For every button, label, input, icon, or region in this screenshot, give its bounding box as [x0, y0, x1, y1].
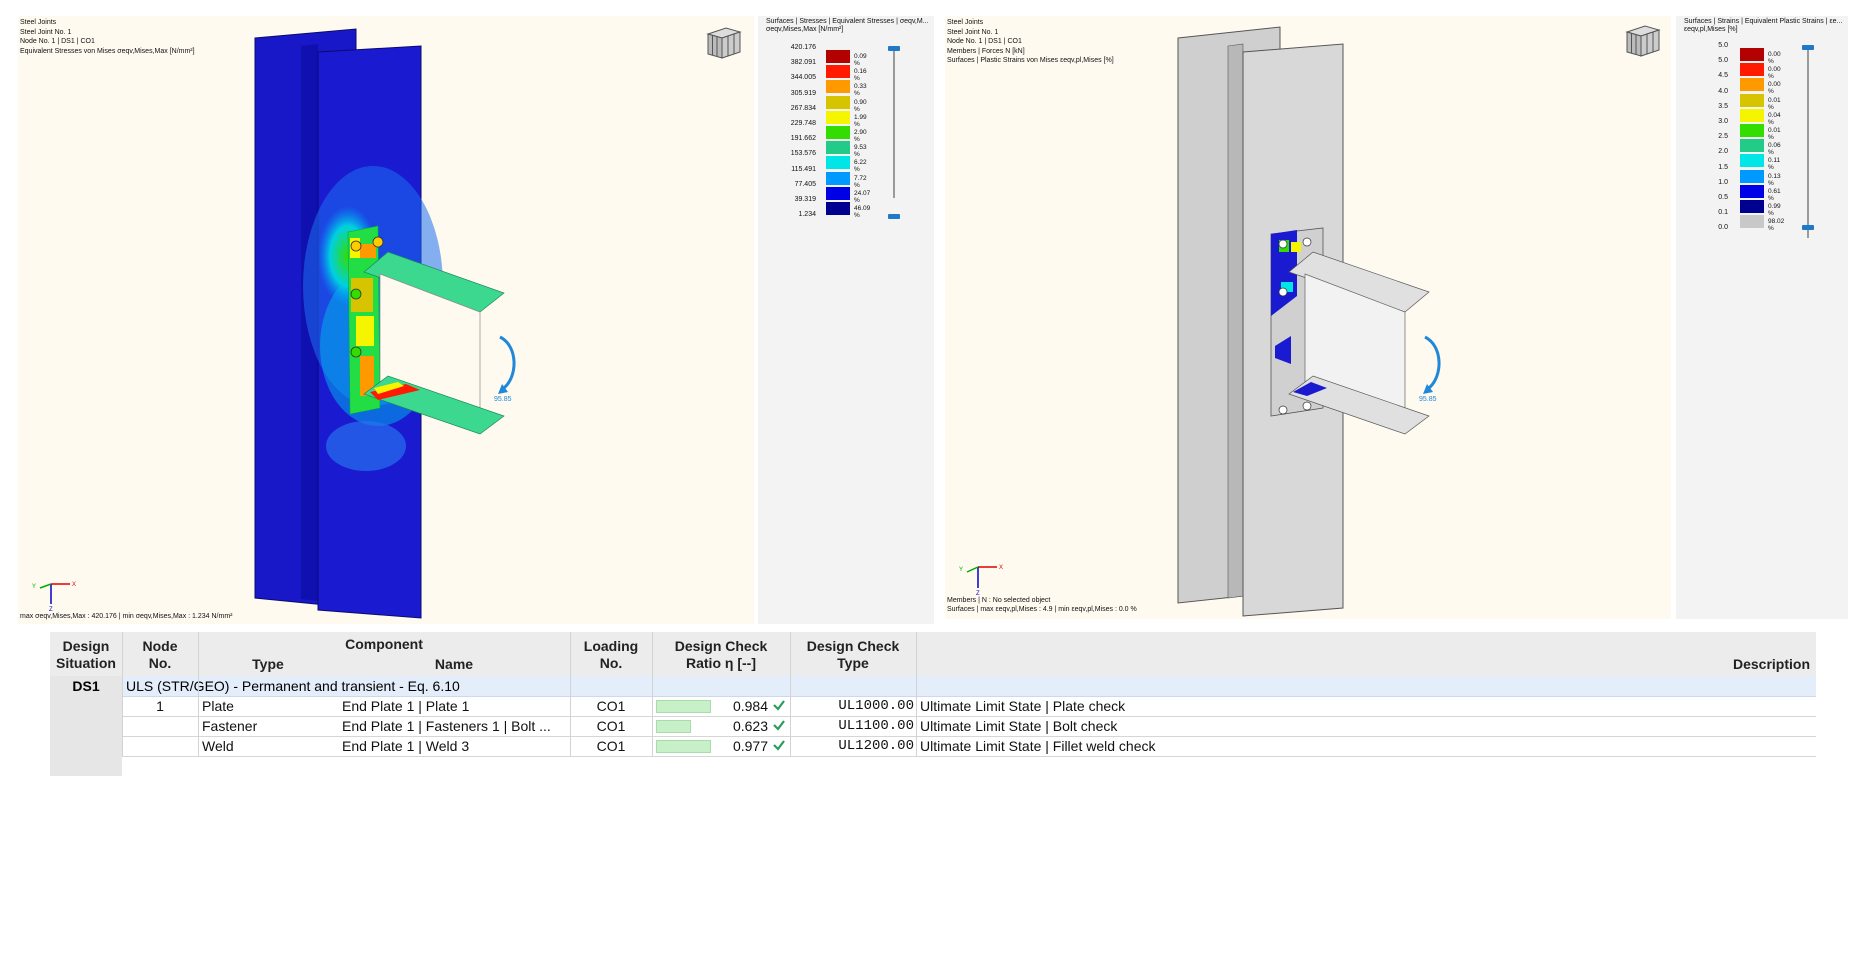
col-type[interactable]: Type: [198, 656, 338, 673]
axis-y-label: Y: [32, 584, 36, 590]
left-legend-panel: Surfaces | Stresses | Equivalent Stresse…: [758, 16, 934, 624]
legend-slider-min-handle[interactable]: [888, 214, 900, 219]
cell-check-type: UL1100.00: [838, 718, 914, 734]
legend-swatch: [1740, 124, 1764, 137]
right-viewport[interactable]: Steel Joints Steel Joint No. 1 Node No. …: [945, 16, 1671, 619]
view-cube-icon[interactable]: [1623, 22, 1663, 58]
axis-y-label: Y: [959, 567, 963, 573]
legend-swatch: [1740, 63, 1764, 77]
moment-label: 95.85: [494, 396, 512, 403]
check-ok-icon: [773, 700, 785, 711]
legend-swatch: [1740, 93, 1764, 107]
cell-loading: CO1: [596, 718, 626, 734]
legend-swatch: [826, 65, 850, 79]
legend-title: Surfaces | Strains | Equivalent Plastic …: [1684, 18, 1843, 33]
stress-model-drawing: 95.85 X Y Z: [32, 28, 516, 619]
cell-ratio: 0.623: [732, 718, 768, 734]
legend-swatch: [1740, 154, 1764, 168]
ratio-bar: [656, 740, 711, 753]
cell-node: 1: [156, 698, 164, 714]
ratio-bar: [656, 700, 711, 713]
table-row[interactable]: Fastener End Plate 1 | Fasteners 1 | Bolt…: [122, 716, 1816, 737]
design-situation-cell[interactable]: DS1: [50, 676, 122, 776]
table-row[interactable]: Weld End Plate 1 | Weld 3 CO1 0.977 UL1200.0…: [122, 736, 1816, 757]
col-description[interactable]: Description: [916, 656, 1816, 673]
moment-label: 95.85: [1419, 396, 1437, 403]
cell-description: Ultimate Limit State | Fillet weld check: [920, 738, 1156, 754]
cell-name: End Plate 1 | Fasteners 1 | Bolt ...: [342, 718, 551, 734]
col-check-type[interactable]: Design Check Type: [790, 638, 916, 672]
col-node-no[interactable]: Node No.: [122, 638, 198, 672]
legend-slider-track[interactable]: [893, 48, 895, 198]
cell-loading: CO1: [596, 738, 626, 754]
legend-swatch: [1740, 48, 1764, 61]
legend-swatch: [826, 95, 850, 109]
axis-x-label: X: [999, 565, 1003, 571]
legend-swatch: [826, 156, 850, 170]
col-loading-no[interactable]: Loading No.: [570, 638, 652, 672]
legend-swatch: [826, 126, 850, 139]
legend-swatch: [1740, 78, 1764, 92]
legend-slider-min-handle[interactable]: [1802, 225, 1814, 230]
ratio-bar: [656, 720, 691, 733]
legend-swatch: [826, 80, 850, 94]
col-component-group: Component: [345, 636, 423, 652]
cell-type: Plate: [202, 698, 234, 714]
left-view-footer: max σeqv,Mises,Max : 420.176 | min σeqv,…: [20, 613, 233, 620]
legend-swatch: [826, 110, 850, 124]
col-design-situation[interactable]: Design Situation: [50, 638, 122, 672]
cell-name: End Plate 1 | Plate 1: [342, 698, 470, 714]
cell-check-type: UL1000.00: [838, 698, 914, 714]
legend-swatch: [1740, 108, 1764, 122]
design-situation-group-row[interactable]: ULS (STR/GEO) - Permanent and transient …: [122, 676, 1816, 697]
cell-type: Fastener: [202, 718, 258, 734]
cell-description: Ultimate Limit State | Bolt check: [920, 718, 1118, 734]
col-name[interactable]: Name: [338, 656, 570, 673]
cell-check-type: UL1200.00: [838, 738, 914, 754]
legend-swatch: [826, 171, 850, 185]
axis-x-label: X: [72, 582, 76, 588]
legend-swatch: [1740, 215, 1764, 229]
legend-swatch: [826, 50, 850, 63]
legend-swatch: [1740, 200, 1764, 213]
legend-slider-max-handle[interactable]: [888, 46, 900, 51]
strain-model-drawing: 95.85 X Y Z: [959, 26, 1441, 617]
legend-swatch: [1740, 139, 1764, 153]
check-ok-icon: [773, 720, 785, 731]
check-ok-icon: [773, 740, 785, 751]
legend-swatch: [826, 202, 850, 215]
right-legend-panel: Surfaces | Strains | Equivalent Plastic …: [1676, 16, 1848, 619]
legend-slider-max-handle[interactable]: [1802, 45, 1814, 50]
legend-slider-track[interactable]: [1807, 48, 1809, 238]
legend-swatch: [826, 141, 850, 155]
table-header: Design Situation Node No. Component Type…: [50, 632, 1816, 677]
table-row[interactable]: 1 Plate End Plate 1 | Plate 1 CO1 0.984 UL100…: [122, 696, 1816, 717]
cell-loading: CO1: [596, 698, 626, 714]
cell-ratio: 0.984: [732, 698, 768, 714]
legend-swatch: [1740, 169, 1764, 183]
col-ratio[interactable]: Design Check Ratio η [--]: [652, 638, 790, 672]
left-viewport[interactable]: Steel Joints Steel Joint No. 1 Node No. …: [18, 16, 754, 624]
cell-type: Weld: [202, 738, 234, 754]
cell-description: Ultimate Limit State | Plate check: [920, 698, 1126, 714]
legend-swatch: [1740, 184, 1764, 198]
legend-swatch: [826, 186, 850, 200]
right-view-footer: Members | N : No selected object Surface…: [947, 597, 1137, 613]
legend-title: Surfaces | Stresses | Equivalent Stresse…: [766, 18, 929, 33]
cell-ratio: 0.977: [732, 738, 768, 754]
view-cube-icon[interactable]: [704, 24, 744, 60]
cell-name: End Plate 1 | Weld 3: [342, 738, 470, 754]
